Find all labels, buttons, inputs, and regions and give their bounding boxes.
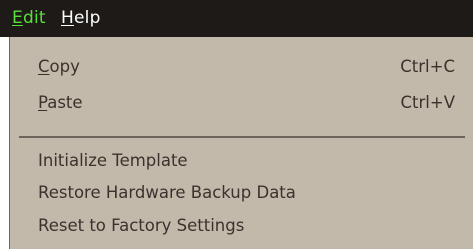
menu-item-paste-mnemonic: P [38, 93, 48, 112]
menu-edit[interactable]: Edit [12, 7, 46, 29]
menu-help-mnemonic: H [61, 8, 74, 28]
menu-item-paste[interactable]: Paste Ctrl+V [10, 87, 473, 119]
menu-item-initialize-template[interactable]: Initialize Template [10, 145, 473, 177]
edit-dropdown-menu: Copy Ctrl+C Paste Ctrl+V Initialize Temp… [9, 37, 473, 249]
menu-item-copy-label: Copy [38, 56, 80, 78]
menu-separator [19, 136, 465, 138]
menu-edit-label: dit [22, 8, 46, 28]
menu-item-paste-shortcut: Ctrl+V [400, 93, 455, 112]
menu-item-initialize-template-label: Initialize Template [38, 151, 188, 170]
menu-help-label: elp [73, 8, 101, 28]
menu-edit-mnemonic: E [12, 8, 23, 28]
menu-item-reset-factory-settings[interactable]: Reset to Factory Settings [10, 210, 473, 242]
menu-item-copy-shortcut: Ctrl+C [400, 57, 455, 76]
menu-item-reset-factory-settings-label: Reset to Factory Settings [38, 216, 245, 235]
menu-item-copy[interactable]: Copy Ctrl+C [10, 51, 473, 83]
menu-item-restore-hardware-backup-label: Restore Hardware Backup Data [38, 183, 296, 202]
menu-help[interactable]: Help [61, 7, 101, 29]
menu-item-copy-rest: opy [49, 57, 80, 76]
menu-bar: Edit Help [0, 0, 473, 37]
menu-item-copy-mnemonic: C [38, 57, 50, 76]
menu-item-restore-hardware-backup[interactable]: Restore Hardware Backup Data [10, 177, 473, 209]
menu-item-paste-label: Paste [38, 92, 83, 114]
menu-item-paste-rest: aste [47, 93, 83, 112]
